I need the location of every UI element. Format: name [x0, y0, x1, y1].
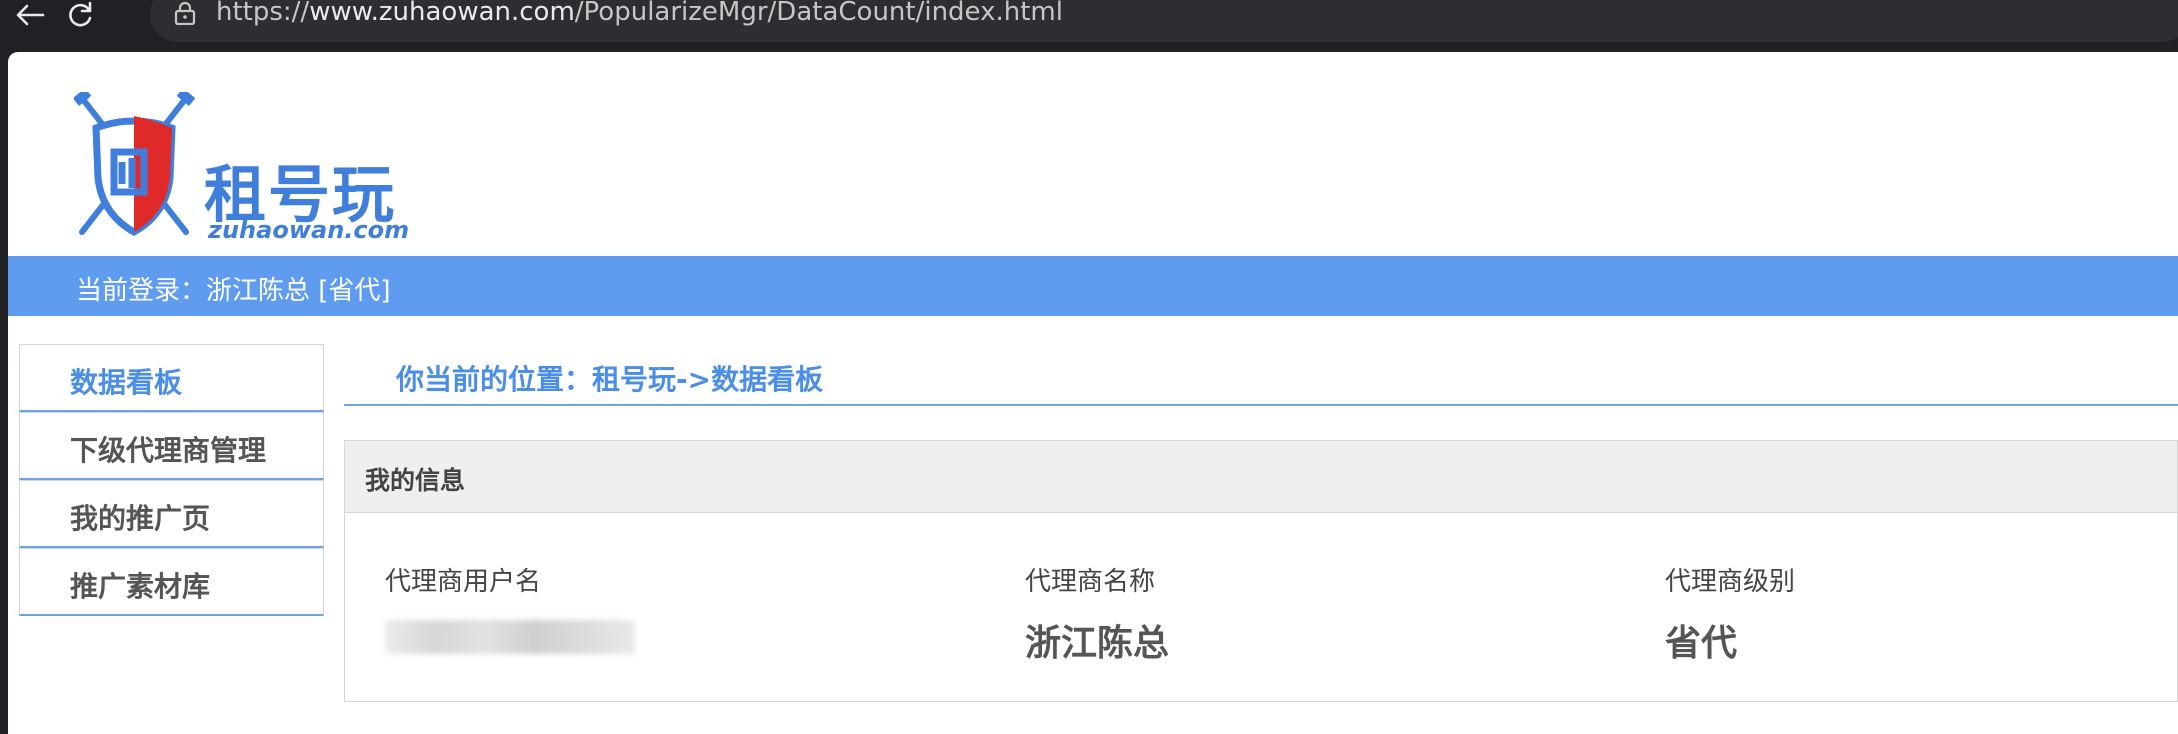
field-label: 代理商用户名 [385, 567, 542, 597]
url-prefix: https:// [216, 0, 310, 27]
breadcrumb: 你当前的位置：租号玩->数据看板 [344, 346, 2178, 406]
panel-header: 我的信息 [345, 441, 2177, 513]
field-agent-username: 代理商用户名 [385, 561, 635, 654]
redacted-username [385, 620, 635, 654]
web-page: 租号玩 zuhaowan.com 当前登录：浙江陈总 [省代] 数据看板 下级代… [8, 52, 2178, 734]
field-label: 代理商名称 [1025, 567, 1156, 597]
reload-icon [69, 1, 92, 27]
sidebar-item-subagents[interactable]: 下级代理商管理 [19, 412, 324, 480]
login-status-text: 当前登录：浙江陈总 [省代] [76, 276, 391, 306]
sidebar-item-dashboard[interactable]: 数据看板 [19, 344, 324, 412]
my-info-panel: 我的信息 代理商用户名 代理商名称 浙江陈总 代理商级别 省代 [344, 440, 2178, 702]
field-value: 省代 [1665, 623, 1738, 664]
field-value: 浙江陈总 [1025, 623, 1170, 664]
sidebar-item-promo-page[interactable]: 我的推广页 [19, 480, 324, 548]
breadcrumb-text: 你当前的位置：租号玩->数据看板 [396, 363, 824, 396]
sidebar-item-materials[interactable]: 推广素材库 [19, 548, 324, 616]
sidebar-menu: 数据看板 下级代理商管理 我的推广页 推广素材库 [19, 344, 324, 616]
url-host: www.zuhaowan.com [309, 0, 575, 27]
sidebar-item-label: 数据看板 [70, 366, 183, 399]
field-agent-name: 代理商名称 浙江陈总 [1025, 561, 1169, 666]
panel-title: 我的信息 [365, 466, 466, 495]
field-agent-level: 代理商级别 省代 [1665, 561, 1795, 666]
sidebar-item-label: 下级代理商管理 [70, 434, 267, 467]
field-label: 代理商级别 [1665, 567, 1796, 597]
browser-toolbar: https://www.zuhaowan.com/PopularizeMgr/D… [0, 0, 2178, 44]
zuhaowan-logo[interactable]: 租号玩 zuhaowan.com [72, 88, 444, 244]
sidebar-item-label: 推广素材库 [70, 570, 211, 603]
url-path: /PopularizeMgr/DataCount/index.html [574, 0, 1063, 27]
reload-button[interactable] [60, 0, 100, 30]
login-status-bar: 当前登录：浙江陈总 [省代] [8, 256, 2178, 316]
site-info-icon[interactable] [170, 0, 200, 26]
back-button[interactable] [10, 0, 50, 30]
logo-domain: zuhaowan.com [208, 216, 410, 244]
sidebar-item-label: 我的推广页 [70, 502, 211, 535]
url-text[interactable]: https://www.zuhaowan.com/PopularizeMgr/D… [216, 0, 1063, 27]
back-arrow-icon [16, 4, 45, 26]
